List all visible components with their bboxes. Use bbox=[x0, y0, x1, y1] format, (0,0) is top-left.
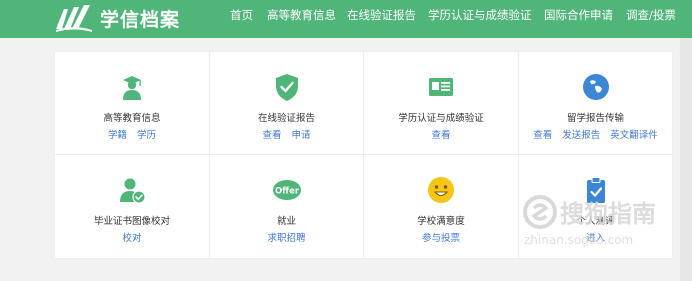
shield-check-icon bbox=[275, 74, 298, 101]
service-school-satisfaction: 学校满意度 参与投票 bbox=[364, 155, 518, 258]
service-links: 学籍 学历 bbox=[55, 127, 209, 141]
service-title: 个人测评 bbox=[576, 216, 615, 227]
service-links: 进入 bbox=[519, 230, 672, 244]
nav-item-survey-vote[interactable]: 调查/投票 bbox=[626, 0, 676, 30]
link-student-status[interactable]: 学籍 bbox=[108, 130, 127, 141]
svg-text:Offer: Offer bbox=[274, 187, 299, 197]
id-card-icon bbox=[429, 78, 453, 96]
service-study-abroad-report: 留学报告传输 查看 发送报告 英文翻译件 bbox=[519, 52, 672, 154]
service-title: 高等教育信息 bbox=[103, 113, 161, 124]
service-title: 就业 bbox=[276, 216, 296, 227]
offer-icon: Offer bbox=[272, 180, 301, 200]
globe-icon bbox=[582, 74, 609, 100]
service-title: 学历认证与成绩验证 bbox=[398, 113, 484, 124]
service-title: 留学报告传输 bbox=[566, 113, 624, 124]
service-certificate-image: 毕业证书图像校对 校对 bbox=[55, 155, 209, 258]
service-higher-education: 高等教育信息 学籍 学历 bbox=[55, 52, 209, 154]
service-title: 在线验证报告 bbox=[257, 113, 315, 124]
smiley-icon bbox=[428, 177, 454, 203]
scrollbar-track[interactable] bbox=[680, 38, 692, 281]
service-links: 求职招聘 bbox=[210, 230, 363, 244]
link-job-recruitment[interactable]: 求职招聘 bbox=[267, 233, 305, 244]
user-check-icon bbox=[120, 178, 146, 204]
service-personal-assessment: 个人测评 进入 bbox=[519, 155, 672, 258]
services-panel: 高等教育信息 学籍 学历 在线验证报告 查看 申请 学历认证与成绩验证 查看 留… bbox=[55, 52, 672, 258]
nav-item-higher-education[interactable]: 高等教育信息 bbox=[267, 0, 336, 30]
nav-item-degree-certification[interactable]: 学历认证与成绩验证 bbox=[428, 0, 532, 30]
graduate-icon bbox=[123, 76, 141, 100]
service-online-verification: 在线验证报告 查看 申请 bbox=[210, 52, 363, 154]
link-view[interactable]: 查看 bbox=[431, 130, 450, 141]
clipboard-check-icon bbox=[586, 177, 605, 203]
service-title: 毕业证书图像校对 bbox=[93, 216, 170, 227]
service-links: 查看 发送报告 英文翻译件 bbox=[519, 127, 672, 141]
link-view[interactable]: 查看 bbox=[533, 130, 552, 141]
nav-item-home[interactable]: 首页 bbox=[230, 0, 253, 30]
service-title: 学校满意度 bbox=[417, 216, 465, 227]
service-links: 校对 bbox=[55, 230, 209, 244]
top-navigation-bar: 学信档案 首页 高等教育信息 在线验证报告 学历认证与成绩验证 国际合作申请 调… bbox=[0, 0, 692, 38]
site-logo[interactable]: 学信档案 bbox=[54, 2, 180, 34]
link-verify[interactable]: 校对 bbox=[122, 233, 141, 244]
link-view[interactable]: 查看 bbox=[262, 130, 281, 141]
link-english-translation[interactable]: 英文翻译件 bbox=[610, 130, 658, 141]
link-degree[interactable]: 学历 bbox=[137, 130, 156, 141]
service-degree-certification: 学历认证与成绩验证 查看 bbox=[364, 52, 518, 154]
service-links: 查看 申请 bbox=[210, 127, 363, 141]
nav-item-online-verification[interactable]: 在线验证报告 bbox=[347, 0, 416, 30]
link-enter[interactable]: 进入 bbox=[586, 233, 605, 244]
logo-book-icon bbox=[56, 5, 92, 32]
service-links: 参与投票 bbox=[364, 230, 518, 244]
link-send-report[interactable]: 发送报告 bbox=[562, 130, 600, 141]
service-links: 查看 bbox=[364, 127, 518, 141]
link-apply[interactable]: 申请 bbox=[292, 130, 311, 141]
logo-text: 学信档案 bbox=[100, 8, 181, 31]
nav-item-international[interactable]: 国际合作申请 bbox=[544, 0, 613, 30]
link-vote[interactable]: 参与投票 bbox=[422, 233, 460, 244]
service-employment: Offer 就业 求职招聘 bbox=[210, 155, 363, 258]
